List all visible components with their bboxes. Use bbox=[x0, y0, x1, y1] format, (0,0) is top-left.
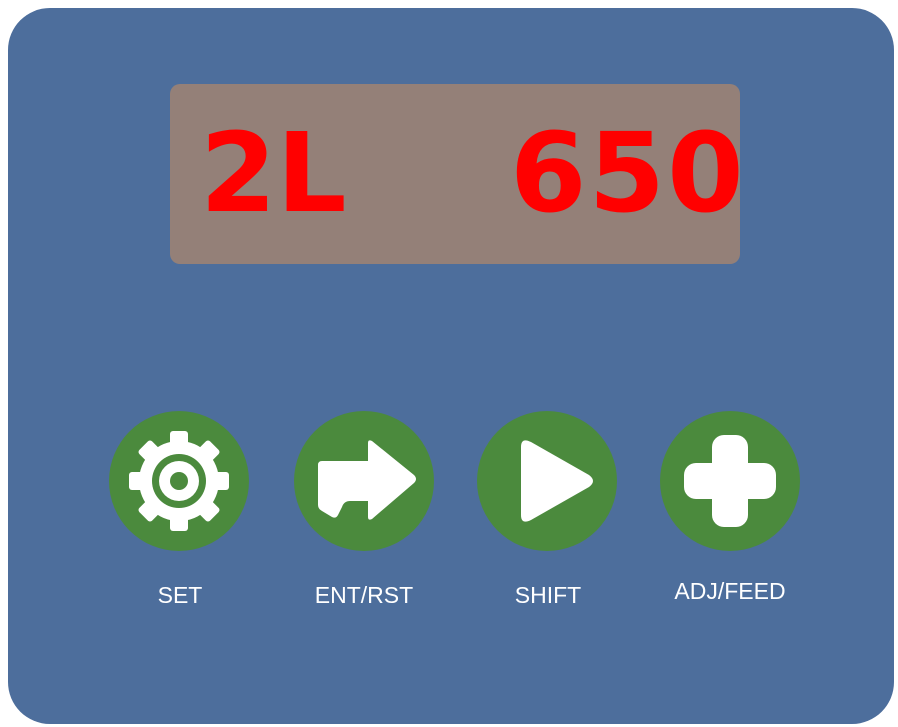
shift-button[interactable] bbox=[477, 411, 617, 551]
plus-icon bbox=[684, 435, 776, 527]
play-icon bbox=[521, 440, 593, 522]
gear-icon bbox=[129, 431, 229, 531]
adj-feed-label: ADJ/FEED bbox=[674, 578, 786, 604]
set-label: SET bbox=[157, 582, 203, 608]
display-value-readout: 650 bbox=[510, 109, 746, 237]
adj-feed-button[interactable] bbox=[660, 411, 800, 551]
ent-rst-button[interactable] bbox=[294, 411, 434, 551]
arrow-right-icon bbox=[318, 440, 416, 520]
ent-rst-label: ENT/RST bbox=[314, 582, 414, 608]
display-mode-readout: 2L bbox=[200, 109, 347, 237]
shift-label: SHIFT bbox=[514, 582, 582, 608]
set-button[interactable] bbox=[109, 411, 249, 551]
